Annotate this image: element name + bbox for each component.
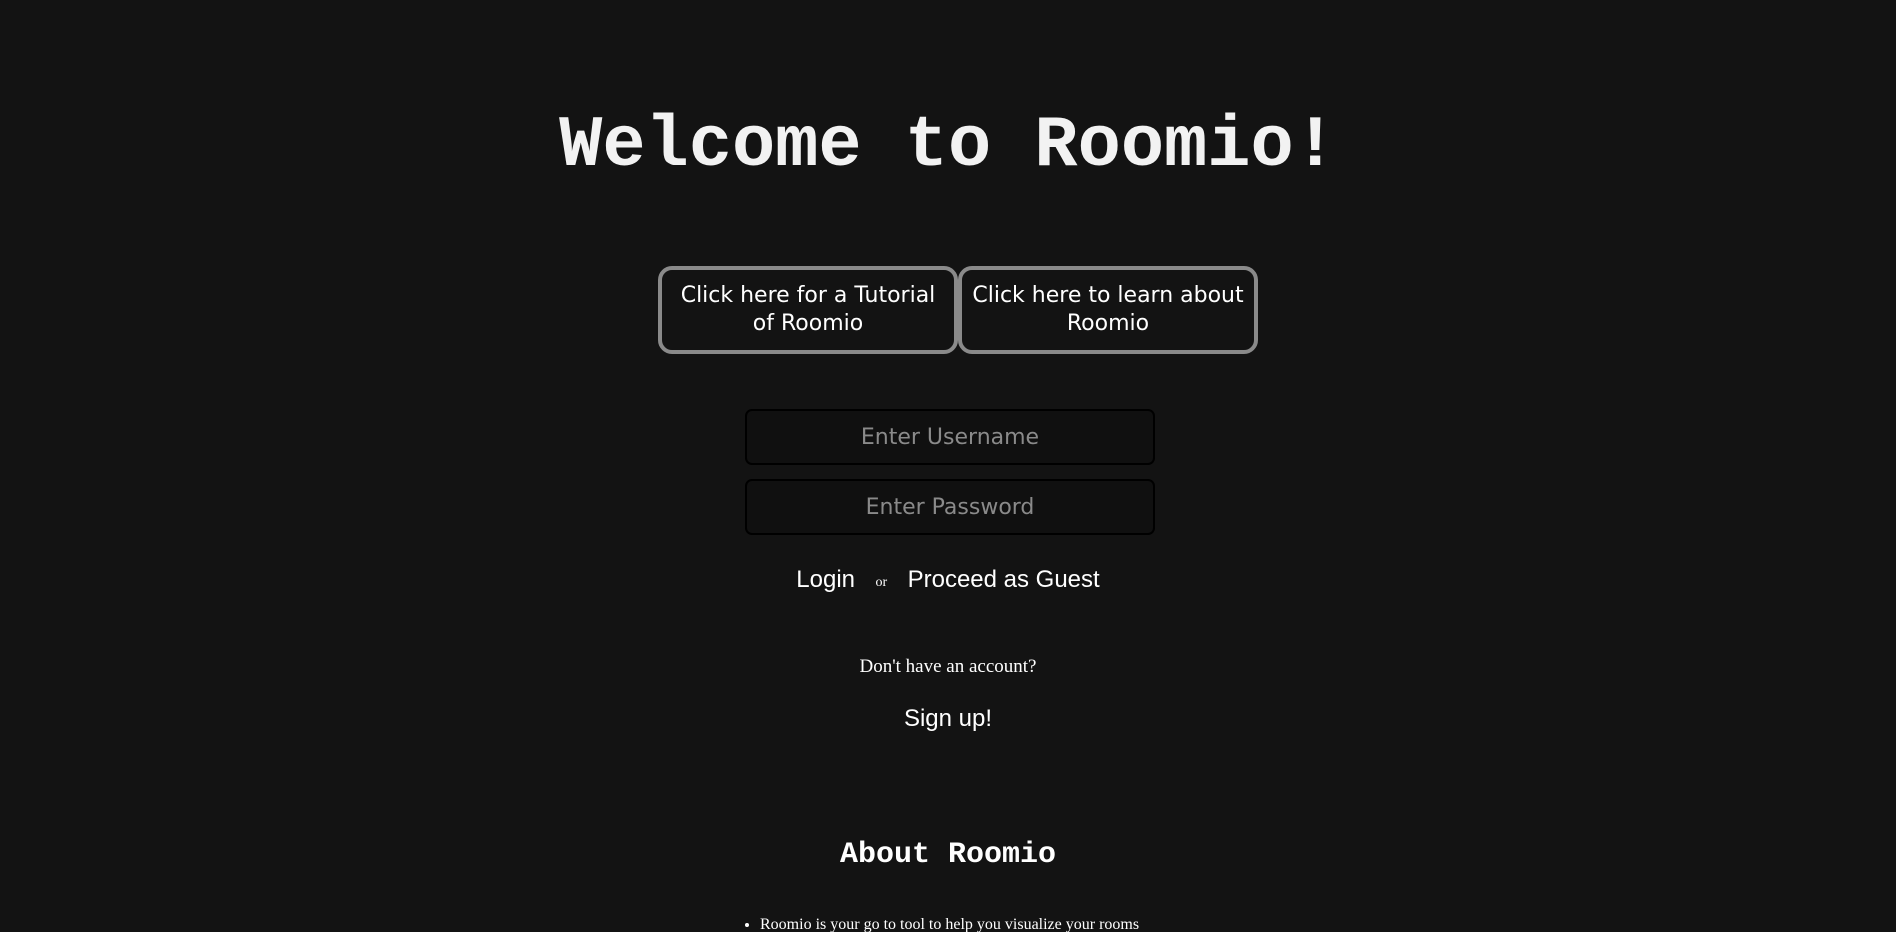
page-title: Welcome to Roomio! bbox=[559, 105, 1337, 187]
signup-section: Sign up! bbox=[0, 705, 1896, 733]
info-buttons: Click here for a Tutorial of Roomio Clic… bbox=[658, 266, 1258, 354]
tutorial-button[interactable]: Click here for a Tutorial of Roomio bbox=[658, 266, 958, 354]
or-separator: or bbox=[875, 575, 888, 590]
signup-link[interactable]: Sign up! bbox=[904, 705, 992, 732]
about-heading: About Roomio bbox=[839, 838, 1057, 872]
login-button[interactable]: Login bbox=[796, 566, 855, 593]
auth-actions: Login or Proceed as Guest bbox=[0, 566, 1896, 594]
about-list: Roomio is your go to tool to help you vi… bbox=[742, 916, 1139, 932]
password-input[interactable] bbox=[745, 479, 1155, 535]
username-input[interactable] bbox=[745, 409, 1155, 465]
about-roomio-button[interactable]: Click here to learn about Roomio bbox=[958, 266, 1258, 354]
about-list-item: Roomio is your go to tool to help you vi… bbox=[760, 916, 1139, 932]
welcome-page: Welcome to Roomio! Click here for a Tuto… bbox=[0, 0, 1896, 932]
guest-button[interactable]: Proceed as Guest bbox=[908, 566, 1100, 593]
signup-prompt: Don't have an account? bbox=[859, 656, 1037, 677]
